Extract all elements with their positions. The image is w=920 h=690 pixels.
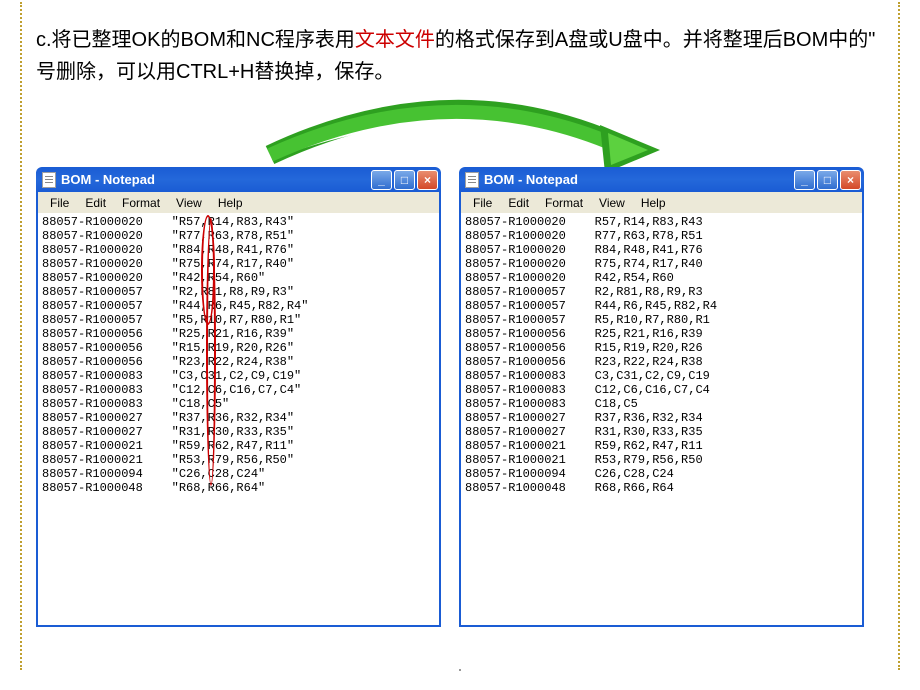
notepad-after: BOM - Notepad _ □ × FileEditFormatViewHe… [459, 167, 864, 627]
arrow [250, 95, 670, 165]
highlight-ellipse [206, 218, 216, 486]
notepad-icon [42, 172, 56, 188]
instruction-text: c.将已整理OK的BOM和NC程序表用文本文件的格式保存到A盘或U盘中。并将整理… [36, 24, 884, 88]
menubar: FileEditFormatViewHelp [459, 192, 864, 213]
window-title: BOM - Notepad [484, 172, 578, 187]
menu-help[interactable]: Help [634, 195, 673, 211]
menu-format[interactable]: Format [115, 195, 167, 211]
instruction-red: 文本文件 [355, 29, 435, 51]
close-button[interactable]: × [840, 170, 861, 190]
menu-view[interactable]: View [592, 195, 632, 211]
menu-help[interactable]: Help [211, 195, 250, 211]
menu-edit[interactable]: Edit [78, 195, 113, 211]
text-content-before[interactable]: 88057-R1000020 "R57,R14,R83,R43" 88057-R… [36, 213, 441, 627]
window-title: BOM - Notepad [61, 172, 155, 187]
maximize-button[interactable]: □ [817, 170, 838, 190]
menu-edit[interactable]: Edit [501, 195, 536, 211]
menu-view[interactable]: View [169, 195, 209, 211]
maximize-button[interactable]: □ [394, 170, 415, 190]
minimize-button[interactable]: _ [794, 170, 815, 190]
menu-format[interactable]: Format [538, 195, 590, 211]
instruction-prefix: c.将已整理OK的BOM和NC程序表用 [36, 29, 355, 51]
minimize-button[interactable]: _ [371, 170, 392, 190]
menu-file[interactable]: File [466, 195, 499, 211]
titlebar: BOM - Notepad _ □ × [459, 167, 864, 192]
notepad-before: BOM - Notepad _ □ × FileEditFormatViewHe… [36, 167, 441, 627]
menu-file[interactable]: File [43, 195, 76, 211]
notepad-icon [465, 172, 479, 188]
footer-dot: . [457, 655, 462, 676]
close-button[interactable]: × [417, 170, 438, 190]
text-content-after[interactable]: 88057-R1000020 R57,R14,R83,R43 88057-R10… [459, 213, 864, 627]
menubar: FileEditFormatViewHelp [36, 192, 441, 213]
titlebar: BOM - Notepad _ □ × [36, 167, 441, 192]
